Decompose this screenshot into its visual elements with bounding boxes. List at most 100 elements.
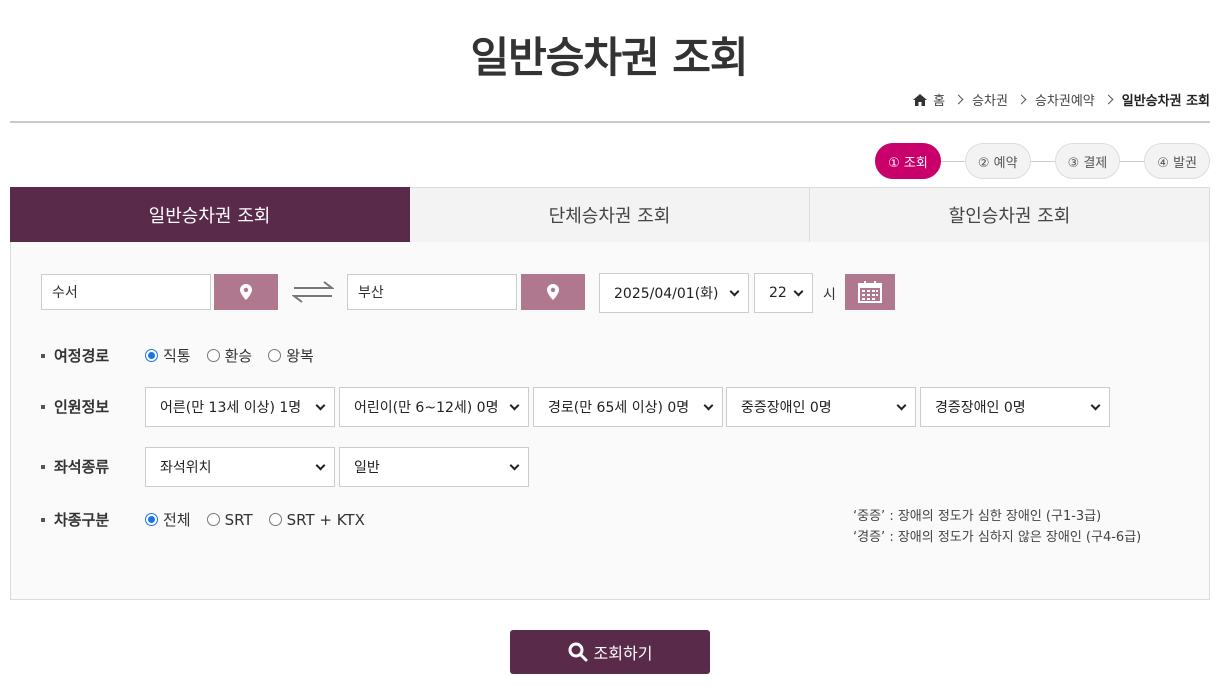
train-type-option-srt[interactable]: SRT [206,510,253,529]
disability-notes: ‘중증’ : 장애의 정도가 심한 장애인 (구1-3급) ‘경증’ : 장애의… [853,506,1141,548]
chevron-down-icon [1090,400,1101,411]
arrival-location-button[interactable] [521,274,585,310]
location-pin-icon [547,284,559,300]
chevron-right-icon [1103,94,1114,105]
mild-disabled-count-value: 경증장애인 0명 [935,400,1026,416]
route-option-transfer-label: 환승 [224,347,253,365]
note-mild: ‘경증’ : 장애의 정도가 심하지 않은 장애인 (구4-6급) [853,530,1142,545]
train-type-option-all[interactable]: 전체 [145,509,191,530]
breadcrumb-home-label: 홈 [933,94,946,109]
chevron-down-icon [729,286,740,297]
search-button[interactable]: 조회하기 [510,630,710,674]
severe-disabled-count-select[interactable]: 중증장애인 0명 [726,387,916,427]
adult-count-value: 어른(만 13세 이상) 1명 [160,400,302,416]
route-option-roundtrip-label: 왕복 [286,347,314,365]
step-indicator: ① 조회 ② 예약 ③ 결제 ④ 발권 [875,143,1210,179]
train-type-option-srt-ktx[interactable]: SRT + KTX [268,510,365,529]
bullet [41,517,45,522]
route-label-text: 여정경로 [54,347,110,365]
hour-select-value: 22 [769,285,787,301]
home-icon [913,93,928,106]
route-radio-group: 직통 환승 왕복 [145,345,330,366]
note-severe: ‘중증’ : 장애의 정도가 심한 장애인 (구1-3급) [853,509,1102,524]
severe-disabled-count-value: 중증장애인 0명 [741,400,832,416]
step-issue: ④ 발권 [1144,143,1210,179]
step-search: ① 조회 [875,143,941,179]
radio-unselected[interactable] [206,513,220,526]
bullet [41,464,45,469]
radio-unselected[interactable] [268,513,282,526]
seat-label-text: 좌석종류 [54,458,110,476]
radio-selected[interactable] [145,349,158,362]
senior-count-select[interactable]: 경로(만 65세 이상) 0명 [533,387,723,427]
route-option-direct[interactable]: 직통 [145,345,191,366]
chevron-right-icon [1016,94,1027,105]
route-option-transfer[interactable]: 환승 [206,345,253,366]
mild-disabled-count-select[interactable]: 경증장애인 0명 [920,387,1110,427]
arrival-input[interactable]: 부산 [347,274,517,310]
chevron-down-icon [315,400,326,411]
chevron-right-icon [953,94,964,105]
step-reserve: ② 예약 [964,143,1031,179]
seat-class-value: 일반 [354,460,380,476]
train-type-label-text: 차종구분 [54,511,110,529]
calendar-button[interactable] [845,274,895,310]
train-type-radio-group: 전체 SRT SRT + KTX [145,509,381,530]
seat-position-value: 좌석위치 [160,460,212,476]
seat-position-select[interactable]: 좌석위치 [145,447,335,487]
tab-group-ticket[interactable]: 단체승차권 조회 [410,187,810,243]
route-option-roundtrip[interactable]: 왕복 [268,345,314,366]
hour-select[interactable]: 22 [754,273,813,313]
chevron-down-icon [509,400,520,411]
child-count-value: 어린이(만 6~12세) 0명 [354,400,499,416]
date-select-value: 2025/04/01(화) [614,286,719,302]
search-panel: 수서 부산 2025/04/01(화) 22 시 여정경로 직통 환승 왕복 인… [10,242,1210,600]
chevron-down-icon [896,400,907,411]
search-icon [568,642,588,662]
tab-discount-ticket[interactable]: 할인승차권 조회 [810,187,1210,243]
breadcrumb-item-reservation[interactable]: 승차권예약 [1035,90,1095,109]
tab-general-ticket[interactable]: 일반승차권 조회 [10,187,410,243]
passengers-label-text: 인원정보 [54,398,110,416]
divider [10,121,1210,123]
passengers-label: 인원정보 [41,396,109,417]
train-type-option-srt-label: SRT [224,510,253,529]
bullet [41,404,45,409]
bullet [41,353,45,358]
hour-unit-label: 시 [823,287,836,303]
date-select[interactable]: 2025/04/01(화) [599,273,749,313]
breadcrumb: 홈 승차권 승차권예약 일반승차권 조회 [913,90,1210,109]
chevron-down-icon [509,460,520,471]
route-option-direct-label: 직통 [163,347,191,365]
departure-input[interactable]: 수서 [41,274,211,310]
swap-icon[interactable] [292,280,334,304]
adult-count-select[interactable]: 어른(만 13세 이상) 1명 [145,387,335,427]
step-connector [1120,160,1145,162]
route-label: 여정경로 [41,345,109,366]
location-pin-icon [240,284,252,300]
step-connector [940,160,965,162]
breadcrumb-home[interactable]: 홈 [913,90,945,109]
chevron-down-icon [793,286,804,297]
seat-class-select[interactable]: 일반 [339,447,529,487]
train-type-option-srt-ktx-label: SRT + KTX [286,510,365,529]
search-button-label: 조회하기 [593,644,653,663]
breadcrumb-item-ticket[interactable]: 승차권 [972,90,1008,109]
child-count-select[interactable]: 어린이(만 6~12세) 0명 [339,387,529,427]
breadcrumb-current: 일반승차권 조회 [1121,94,1210,109]
senior-count-value: 경로(만 65세 이상) 0명 [548,400,690,416]
page-title: 일반승차권 조회 [470,33,748,82]
radio-unselected[interactable] [268,349,282,362]
step-payment: ③ 결제 [1054,143,1121,179]
calendar-icon [858,281,882,303]
radio-selected[interactable] [145,513,158,526]
train-type-label: 차종구분 [41,509,109,530]
step-connector [1030,160,1055,162]
chevron-down-icon [315,460,326,471]
seat-label: 좌석종류 [41,456,109,477]
chevron-down-icon [703,400,714,411]
departure-location-button[interactable] [214,274,278,310]
ticket-tabs: 일반승차권 조회 단체승차권 조회 할인승차권 조회 [10,187,1210,243]
train-type-option-all-label: 전체 [163,511,191,529]
radio-unselected[interactable] [206,349,220,362]
